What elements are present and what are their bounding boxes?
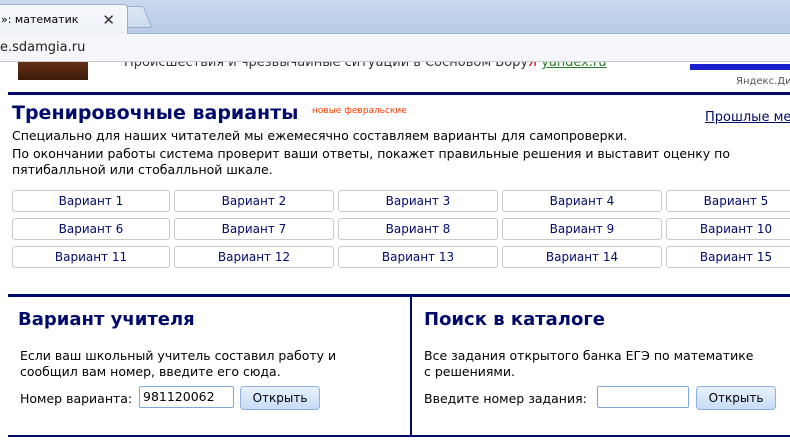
variant-button[interactable]: Вариант 13 <box>338 246 498 268</box>
variant-button[interactable]: Вариант 15 <box>666 246 790 268</box>
variant-button[interactable]: Вариант 7 <box>174 218 334 240</box>
variant-button[interactable]: Вариант 2 <box>174 190 334 212</box>
variant-button[interactable]: Вариант 3 <box>338 190 498 212</box>
section-title: Тренировочные варианты <box>12 102 299 124</box>
divider <box>8 92 790 95</box>
catalog-text-line: Все задания открытого банка ЕГЭ по матем… <box>424 348 754 363</box>
banner-image[interactable] <box>18 62 88 80</box>
variant-button[interactable]: Вариант 10 <box>666 218 790 240</box>
divider <box>8 294 790 297</box>
variant-button[interactable]: Вариант 9 <box>502 218 662 240</box>
yandex-direct-label[interactable]: Яндекс.Ди <box>736 76 790 87</box>
variant-button[interactable]: Вариант 6 <box>12 218 170 240</box>
variant-button[interactable]: Вариант 12 <box>174 246 334 268</box>
close-icon[interactable]: ✕ <box>102 11 115 29</box>
banner-bar <box>690 64 790 70</box>
teacher-text-line: Если ваш школьный учитель составил работ… <box>20 348 337 363</box>
description-line: пятибалльной или стобалльной шкале. <box>12 162 273 177</box>
banner-text[interactable]: Происшествия и чрезвычайные ситуации в С… <box>124 62 528 70</box>
catalog-search-title: Поиск в каталоге <box>424 309 605 330</box>
description-line: Специально для наших читателей мы ежемес… <box>12 128 628 143</box>
divider <box>8 435 790 437</box>
page-content: Происшествия и чрезвычайные ситуации в С… <box>0 62 790 442</box>
yandex-link[interactable]: Я yandex.ru <box>528 62 607 70</box>
tab-title: »: математик <box>1 13 79 26</box>
variant-number-input[interactable]: 981120062 <box>139 386 234 408</box>
task-number-input[interactable] <box>597 386 689 408</box>
variant-button[interactable]: Вариант 1 <box>12 190 170 212</box>
catalog-text-line: с решениями. <box>424 364 515 379</box>
variant-button[interactable]: Вариант 8 <box>338 218 498 240</box>
url-text: e.sdamgia.ru <box>0 40 86 55</box>
variant-button[interactable]: Вариант 4 <box>502 190 662 212</box>
browser-tab[interactable]: »: математик ✕ <box>0 4 128 34</box>
variant-button[interactable]: Вариант 11 <box>12 246 170 268</box>
variant-button[interactable]: Вариант 5 <box>666 190 790 212</box>
variant-button[interactable]: Вариант 14 <box>502 246 662 268</box>
open-variant-button[interactable]: Открыть <box>240 386 320 410</box>
past-variants-link[interactable]: Прошлые ме <box>705 110 790 125</box>
column-divider <box>410 297 412 435</box>
task-number-label: Введите номер задания: <box>424 391 587 406</box>
teacher-variant-title: Вариант учителя <box>18 309 195 330</box>
open-task-button[interactable]: Открыть <box>696 386 776 410</box>
variant-number-label: Номер варианта: <box>20 391 133 406</box>
tab-strip: »: математик ✕ <box>0 0 790 34</box>
teacher-text-line: сообщил вам номер, введите его сюда. <box>20 364 281 379</box>
description-line: По окончании работы система проверит ваш… <box>12 146 730 161</box>
new-badge: новые февральские <box>312 106 407 116</box>
address-bar[interactable]: e.sdamgia.ru <box>0 34 790 62</box>
